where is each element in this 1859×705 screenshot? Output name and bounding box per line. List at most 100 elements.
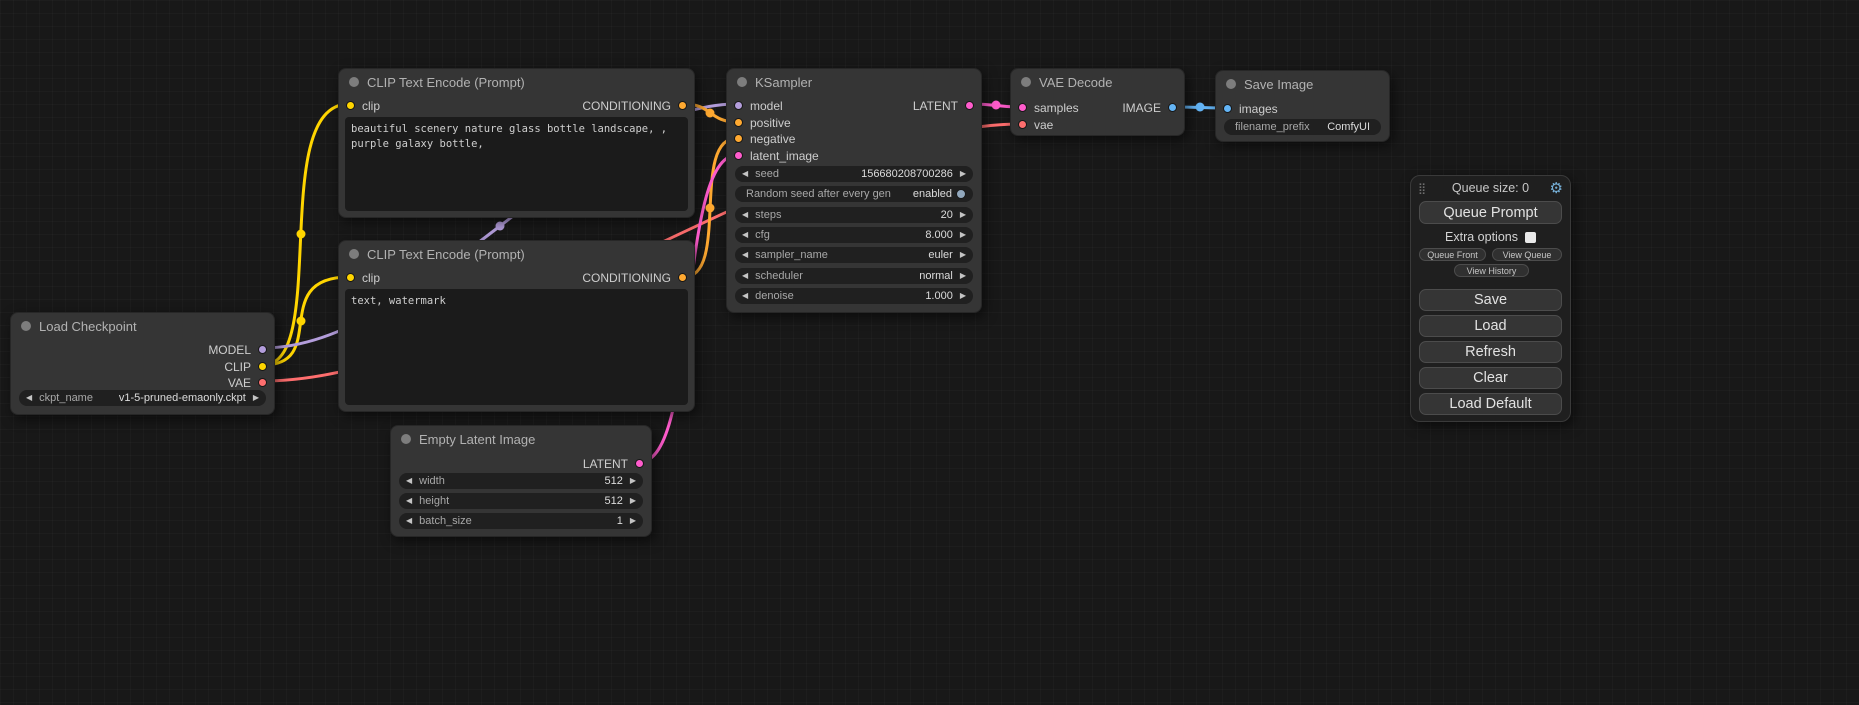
node-title-bar[interactable]: Save Image (1216, 71, 1389, 97)
arrow-right-icon[interactable]: ▶ (630, 517, 636, 525)
vae-input-slot[interactable] (1018, 120, 1027, 129)
arrow-right-icon[interactable]: ▶ (960, 170, 966, 178)
node-title-bar[interactable]: CLIP Text Encode (Prompt) (339, 241, 694, 267)
node-load-checkpoint[interactable]: Load Checkpoint MODEL CLIP VAE ◀ ckpt_na… (10, 312, 275, 415)
node-vae-decode[interactable]: VAE Decode samples vae IMAGE (1010, 68, 1185, 136)
arrow-left-icon[interactable]: ◀ (406, 497, 412, 505)
vae-output-slot[interactable] (258, 378, 267, 387)
view-queue-button[interactable]: View Queue (1492, 248, 1562, 261)
node-title-bar[interactable]: Empty Latent Image (391, 426, 651, 452)
arrow-left-icon[interactable]: ◀ (26, 394, 32, 402)
arrow-right-icon[interactable]: ▶ (630, 497, 636, 505)
arrow-right-icon[interactable]: ▶ (960, 292, 966, 300)
conditioning-output-slot[interactable] (678, 273, 687, 282)
arrow-left-icon[interactable]: ◀ (742, 170, 748, 178)
arrow-left-icon[interactable]: ◀ (406, 477, 412, 485)
link-dot (706, 204, 715, 213)
ckpt-name-widget[interactable]: ◀ ckpt_name v1-5-pruned-emaonly.ckpt ▶ (19, 390, 266, 406)
model-output-slot[interactable] (258, 345, 267, 354)
link-dot (1196, 103, 1205, 112)
node-empty-latent-image[interactable]: Empty Latent Image LATENT ◀ width 512 ▶ … (390, 425, 652, 537)
arrow-right-icon[interactable]: ▶ (253, 394, 259, 402)
random-seed-toggle-widget[interactable]: Random seed after every gen enabled (735, 186, 973, 202)
arrow-right-icon[interactable]: ▶ (960, 231, 966, 239)
node-title: Load Checkpoint (39, 319, 137, 334)
arrow-left-icon[interactable]: ◀ (742, 251, 748, 259)
clip-input-slot[interactable] (346, 101, 355, 110)
view-history-button[interactable]: View History (1454, 264, 1529, 277)
widget-value: 512 (604, 475, 622, 487)
node-clip-text-encode-positive[interactable]: CLIP Text Encode (Prompt) clip CONDITION… (338, 68, 695, 218)
slot-label: latent_image (750, 149, 819, 163)
gear-icon[interactable]: ⚙ (1550, 179, 1563, 197)
batch-size-widget[interactable]: ◀ batch_size 1 ▶ (399, 513, 643, 529)
node-clip-text-encode-negative[interactable]: CLIP Text Encode (Prompt) clip CONDITION… (338, 240, 695, 412)
node-title-bar[interactable]: CLIP Text Encode (Prompt) (339, 69, 694, 95)
images-input-slot[interactable] (1223, 104, 1232, 113)
queue-prompt-button[interactable]: Queue Prompt (1419, 201, 1562, 224)
comfyui-canvas[interactable]: { "canvas": { "bg": "#181818" }, "colors… (0, 0, 1859, 705)
positive-input-slot[interactable] (734, 118, 743, 127)
seed-widget[interactable]: ◀ seed 156680208700286 ▶ (735, 166, 973, 182)
node-title: KSampler (755, 75, 812, 90)
cfg-widget[interactable]: ◀ cfg 8.000 ▶ (735, 227, 973, 243)
input-slot-latent-image: latent_image (734, 147, 819, 164)
widget-value: ComfyUI (1327, 121, 1370, 133)
widget-label: sampler_name (755, 249, 828, 261)
denoise-widget[interactable]: ◀ denoise 1.000 ▶ (735, 288, 973, 304)
node-status-dot (1021, 77, 1031, 87)
negative-prompt-textarea[interactable]: text, watermark (345, 289, 688, 405)
scheduler-widget[interactable]: ◀ scheduler normal ▶ (735, 268, 973, 284)
model-input-slot[interactable] (734, 101, 743, 110)
clip-output-slot[interactable] (258, 362, 267, 371)
output-slot-model: MODEL (208, 341, 267, 358)
conditioning-output-slot[interactable] (678, 101, 687, 110)
drag-handle-icon[interactable]: ⣿ (1418, 182, 1426, 195)
slot-label: images (1239, 102, 1278, 116)
arrow-right-icon[interactable]: ▶ (960, 272, 966, 280)
arrow-left-icon[interactable]: ◀ (742, 231, 748, 239)
arrow-left-icon[interactable]: ◀ (742, 272, 748, 280)
sampler-name-widget[interactable]: ◀ sampler_name euler ▶ (735, 247, 973, 263)
random-seed-toggle-knob[interactable] (956, 189, 966, 199)
node-title-bar[interactable]: Load Checkpoint (11, 313, 274, 339)
slot-label: LATENT (913, 99, 958, 113)
slot-label: MODEL (208, 343, 251, 357)
extra-options-checkbox[interactable] (1525, 232, 1536, 243)
steps-widget[interactable]: ◀ steps 20 ▶ (735, 207, 973, 223)
image-output-slot[interactable] (1168, 103, 1177, 112)
clip-input-slot[interactable] (346, 273, 355, 282)
node-ksampler[interactable]: KSampler model positive negative latent_… (726, 68, 982, 313)
widget-value: 8.000 (925, 229, 953, 241)
queue-panel[interactable]: ⣿ Queue size: 0 ⚙ Queue Prompt Extra opt… (1410, 175, 1571, 422)
positive-prompt-textarea[interactable]: beautiful scenery nature glass bottle la… (345, 117, 688, 211)
clear-button[interactable]: Clear (1419, 367, 1562, 389)
input-slot-positive: positive (734, 114, 791, 131)
height-widget[interactable]: ◀ height 512 ▶ (399, 493, 643, 509)
width-widget[interactable]: ◀ width 512 ▶ (399, 473, 643, 489)
output-slot-conditioning: CONDITIONING (582, 269, 687, 286)
node-title: CLIP Text Encode (Prompt) (367, 247, 525, 262)
arrow-right-icon[interactable]: ▶ (960, 211, 966, 219)
arrow-left-icon[interactable]: ◀ (406, 517, 412, 525)
latent-output-slot[interactable] (635, 459, 644, 468)
queue-front-button[interactable]: Queue Front (1419, 248, 1486, 261)
wire-clip-to-negative-prompt (263, 277, 349, 365)
node-title-bar[interactable]: VAE Decode (1011, 69, 1184, 95)
latent-image-input-slot[interactable] (734, 151, 743, 160)
node-title: Empty Latent Image (419, 432, 535, 447)
refresh-button[interactable]: Refresh (1419, 341, 1562, 363)
negative-input-slot[interactable] (734, 134, 743, 143)
arrow-left-icon[interactable]: ◀ (742, 211, 748, 219)
samples-input-slot[interactable] (1018, 103, 1027, 112)
latent-output-slot[interactable] (965, 101, 974, 110)
save-button[interactable]: Save (1419, 289, 1562, 311)
arrow-right-icon[interactable]: ▶ (960, 251, 966, 259)
load-default-button[interactable]: Load Default (1419, 393, 1562, 415)
arrow-right-icon[interactable]: ▶ (630, 477, 636, 485)
node-title-bar[interactable]: KSampler (727, 69, 981, 95)
node-save-image[interactable]: Save Image images filename_prefix ComfyU… (1215, 70, 1390, 142)
arrow-left-icon[interactable]: ◀ (742, 292, 748, 300)
filename-prefix-widget[interactable]: filename_prefix ComfyUI (1224, 119, 1381, 135)
load-button[interactable]: Load (1419, 315, 1562, 337)
